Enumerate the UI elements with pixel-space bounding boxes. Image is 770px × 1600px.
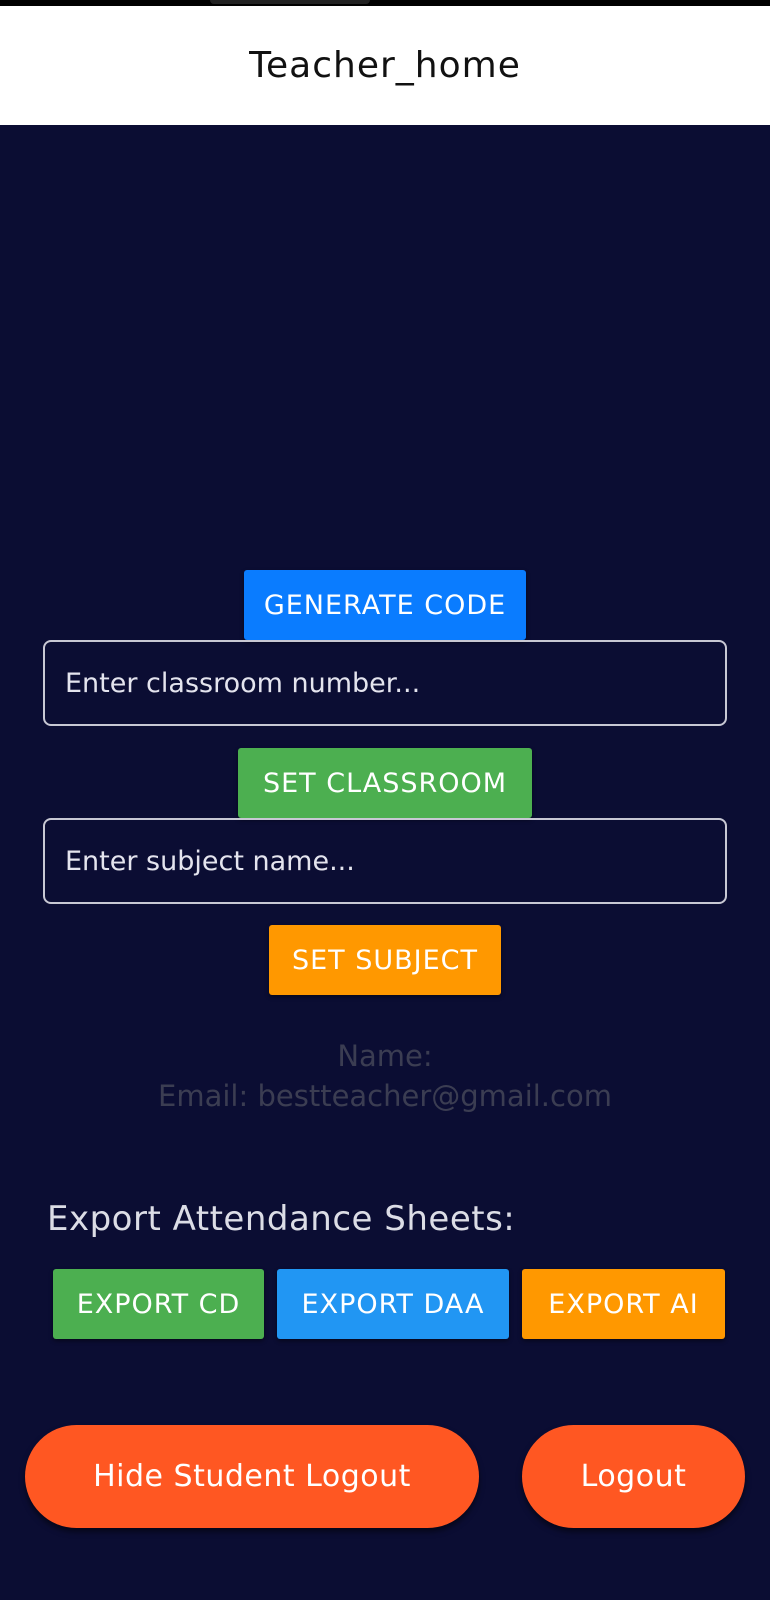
subject-name-input[interactable]: Enter subject name...	[43, 818, 727, 904]
set-subject-button[interactable]: SET SUBJECT	[269, 925, 501, 995]
page-title: Teacher_home	[249, 45, 521, 86]
camera-notch	[210, 0, 370, 4]
teacher-info: Name: Email: bestteacher@gmail.com	[0, 1036, 770, 1116]
export-cd-button[interactable]: EXPORT CD	[53, 1269, 264, 1339]
classroom-number-input[interactable]: Enter classroom number...	[43, 640, 727, 726]
teacher-email-label: Email: bestteacher@gmail.com	[158, 1079, 612, 1113]
logout-button[interactable]: Logout	[522, 1425, 745, 1528]
app-header: Teacher_home	[0, 6, 770, 125]
set-classroom-button[interactable]: SET CLASSROOM	[238, 748, 532, 818]
hide-student-logout-button[interactable]: Hide Student Logout	[25, 1425, 479, 1528]
teacher-name-label: Name:	[337, 1039, 433, 1073]
export-daa-button[interactable]: EXPORT DAA	[277, 1269, 509, 1339]
generate-code-button[interactable]: GENERATE CODE	[244, 570, 526, 640]
export-heading: Export Attendance Sheets:	[47, 1199, 516, 1239]
export-ai-button[interactable]: EXPORT AI	[522, 1269, 725, 1339]
